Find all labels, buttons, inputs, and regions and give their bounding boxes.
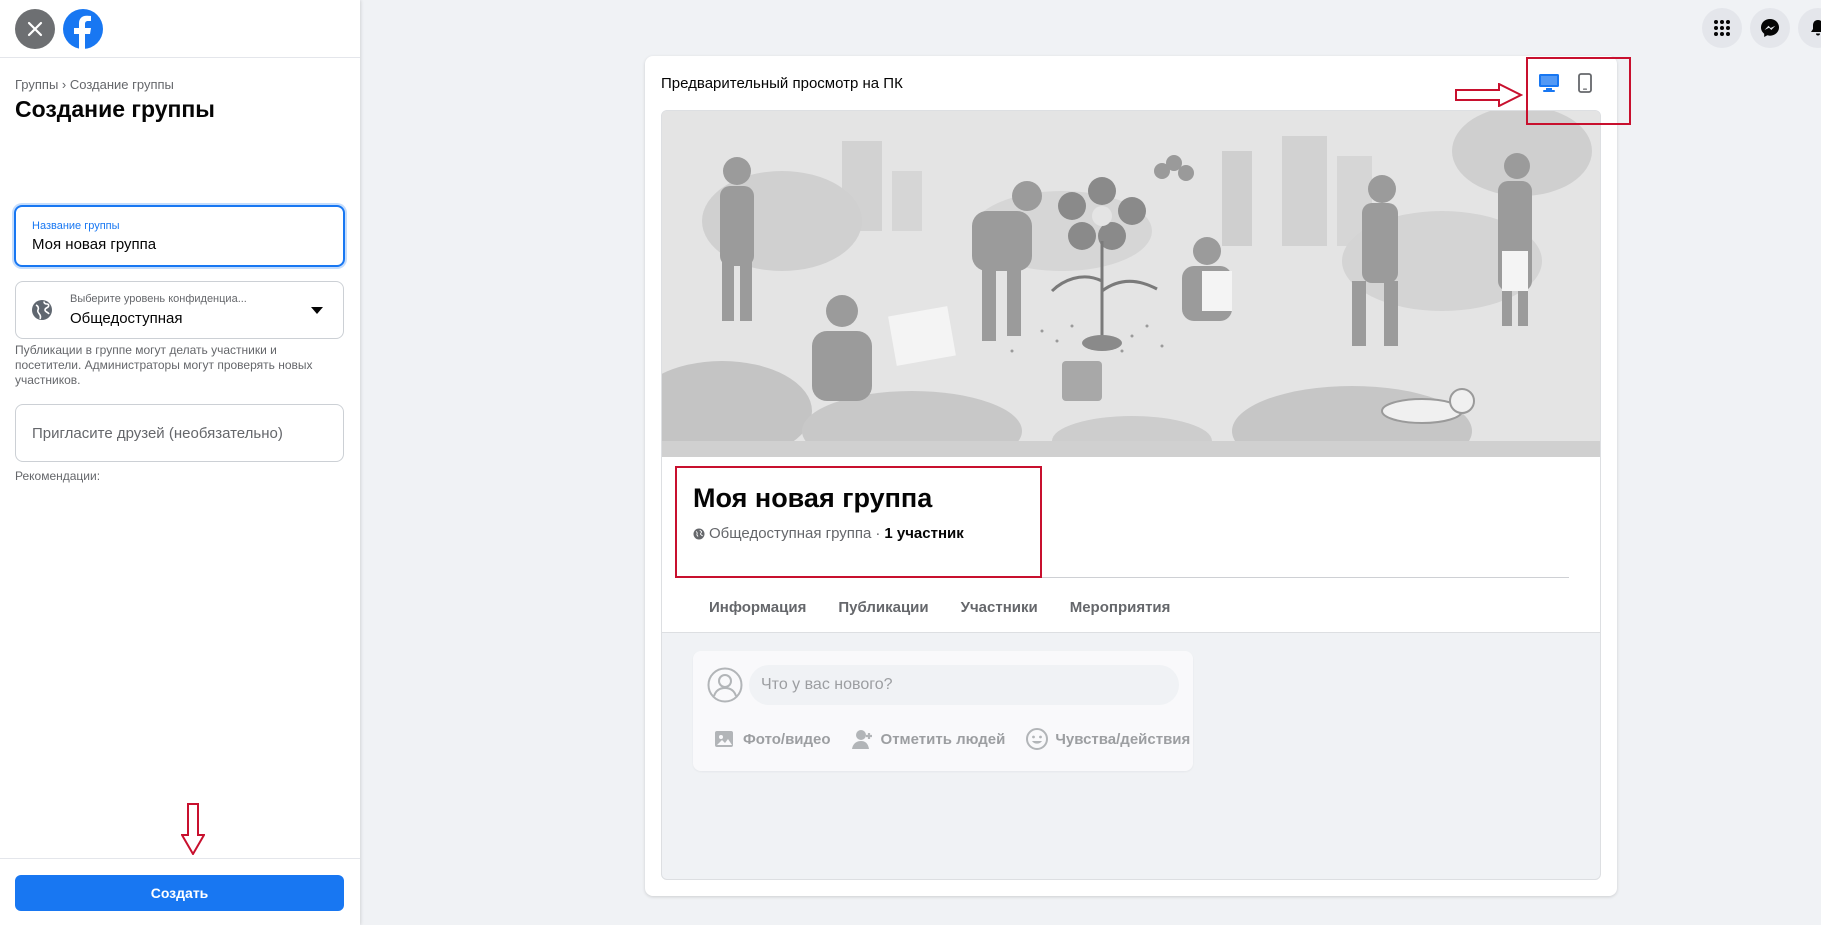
privacy-description: Публикации в группе могут делать участни… xyxy=(15,343,313,387)
annotation-arrow-down xyxy=(181,803,205,855)
header-divider xyxy=(693,577,1569,578)
composer-actions: Фото/видео Отметить людей Чувства/действ… xyxy=(713,727,1190,751)
desktop-preview-button[interactable] xyxy=(1534,70,1564,96)
bell-icon xyxy=(1811,20,1821,36)
preview-card: Предварительный просмотр на ПК Моя новая… xyxy=(645,56,1617,896)
composer-input[interactable]: Что у вас нового? xyxy=(749,665,1179,705)
messenger-button[interactable] xyxy=(1750,8,1790,48)
close-icon xyxy=(27,21,43,36)
privacy-select[interactable]: Выберите уровень конфиденциа... Общедост… xyxy=(15,281,344,339)
sidebar-topbar xyxy=(0,0,360,58)
tab-events[interactable]: Мероприятия xyxy=(1070,591,1171,624)
group-preview: Моя новая группа Общедоступная группа · … xyxy=(661,110,1601,880)
mobile-preview-button[interactable] xyxy=(1570,70,1600,96)
smiley-icon xyxy=(1026,728,1049,750)
breadcrumb[interactable]: Группы › Создание группы xyxy=(15,77,174,92)
recommendations-label: Рекомендации: xyxy=(15,469,101,483)
privacy-label: Выберите уровень конфиденциа... xyxy=(70,293,247,305)
group-tabs: Информация Публикации Участники Мероприя… xyxy=(709,591,1170,624)
privacy-value: Общедоступная xyxy=(70,310,183,327)
group-name-input[interactable]: Название группы Моя новая группа xyxy=(14,205,345,267)
photo-icon xyxy=(715,731,733,747)
post-composer: Что у вас нового? Фото/видео Отметить лю… xyxy=(693,651,1193,771)
mobile-icon xyxy=(1578,73,1592,93)
group-name-value[interactable]: Моя новая группа xyxy=(32,236,343,253)
globe-icon xyxy=(32,300,52,320)
tag-people-icon xyxy=(851,730,872,749)
group-name-label: Название группы xyxy=(32,220,120,232)
tab-info[interactable]: Информация xyxy=(709,591,806,624)
group-name: Моя новая группа xyxy=(693,483,933,513)
create-button[interactable]: Создать xyxy=(15,875,344,911)
meta-separator: · xyxy=(875,525,881,542)
tag-people-label: Отметить людей xyxy=(880,730,1006,748)
chevron-down-icon xyxy=(311,306,323,314)
menu-button[interactable] xyxy=(1702,8,1742,48)
group-privacy-text: Общедоступная группа xyxy=(709,525,872,542)
tab-members[interactable]: Участники xyxy=(961,591,1038,624)
photo-video-label: Фото/видео xyxy=(743,730,831,748)
member-count: 1 участник xyxy=(884,525,964,542)
photo-video-action[interactable]: Фото/видео xyxy=(713,727,831,751)
feeling-action[interactable]: Чувства/действия xyxy=(1025,727,1190,751)
close-button[interactable] xyxy=(15,8,55,49)
globe-icon xyxy=(693,528,705,539)
group-meta: Общедоступная группа · 1 участник xyxy=(693,525,964,542)
group-header: Моя новая группа Общедоступная группа · … xyxy=(662,457,1600,633)
feeling-label: Чувства/действия xyxy=(1055,730,1191,748)
create-group-sidebar: Группы › Создание группы Создание группы… xyxy=(0,0,360,925)
tag-people-action[interactable]: Отметить людей xyxy=(851,727,1006,751)
tab-posts[interactable]: Публикации xyxy=(838,591,928,624)
menu-grid-icon xyxy=(1714,20,1730,36)
preview-title: Предварительный просмотр на ПК xyxy=(661,75,903,92)
group-cover-image xyxy=(662,111,1600,457)
avatar xyxy=(707,667,743,703)
page-title: Создание группы xyxy=(15,96,215,122)
messenger-icon xyxy=(1761,19,1779,37)
notifications-button[interactable] xyxy=(1798,8,1821,48)
facebook-logo-icon[interactable] xyxy=(63,8,103,49)
desktop-icon xyxy=(1539,74,1559,92)
invite-friends-input[interactable]: Пригласите друзей (необязательно) xyxy=(15,404,344,462)
